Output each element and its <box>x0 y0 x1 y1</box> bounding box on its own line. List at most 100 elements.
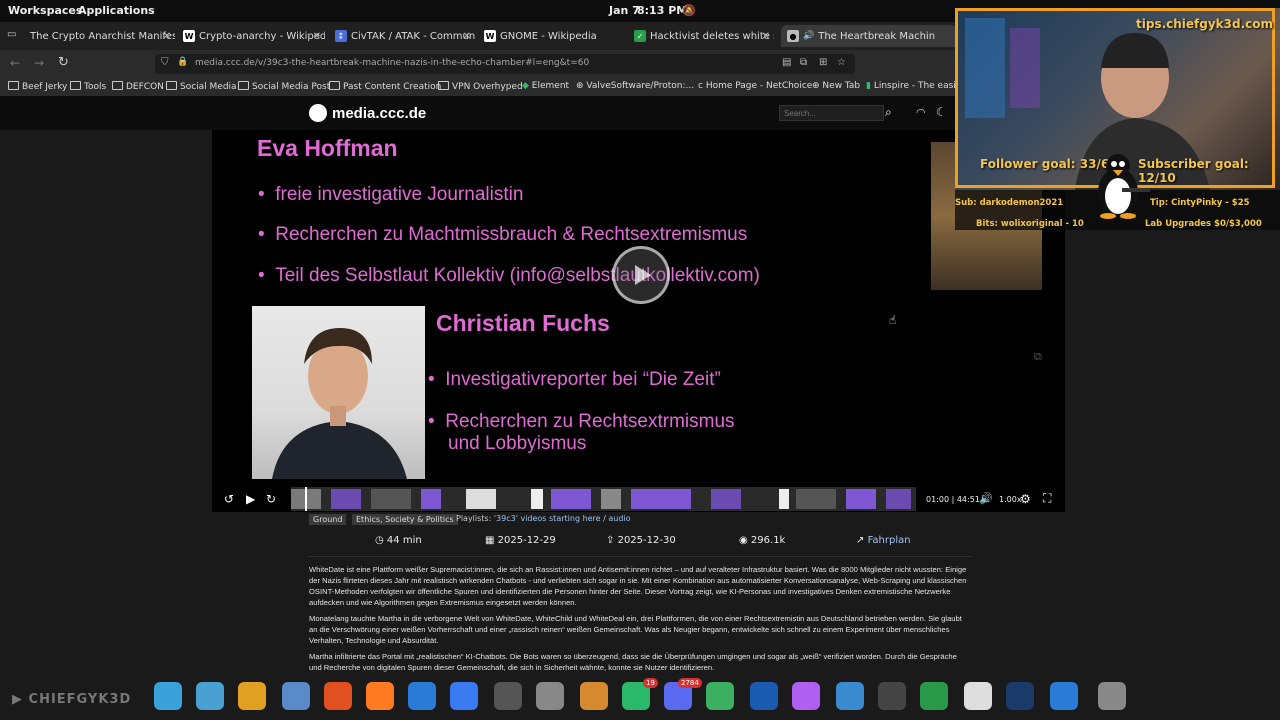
playhead[interactable] <box>304 487 307 511</box>
bookmark-link[interactable]: ⊕ ValveSoftware/Proton:... <box>576 81 694 91</box>
reader-view-icon[interactable]: ▤ <box>782 57 791 68</box>
pip-hint-icon[interactable]: ⧉ <box>1034 350 1042 364</box>
bookmark-folder[interactable]: Beef Jerky <box>8 81 67 92</box>
tab-crypto-anarchy[interactable]: W Crypto-anarchy - Wikipedia ✕ <box>183 25 325 47</box>
tab-civtak[interactable]: ⁑ CivTAK / ATAK - Commun ✕ <box>335 25 475 47</box>
picture-in-picture-icon[interactable]: ⧉ <box>800 57 807 68</box>
tab-crypto-manifesto[interactable]: The Crypto Anarchist Manifesto ✕ <box>30 25 175 47</box>
obsidian-icon[interactable] <box>792 682 820 710</box>
close-icon[interactable]: ✕ <box>163 31 171 42</box>
description-paragraph: Martha infiltrierte das Portal mit „real… <box>309 652 957 672</box>
forward-icon[interactable]: → <box>34 56 44 70</box>
youtube-icon: ▶ <box>12 692 23 707</box>
notifications-muted-icon[interactable]: 🔕 <box>682 4 696 17</box>
rewind-icon[interactable]: ↺ <box>224 492 234 506</box>
rss-icon[interactable]: ◠ <box>916 106 926 119</box>
dark-mode-icon[interactable]: ☾ <box>936 105 947 119</box>
penguin-icon <box>1098 154 1150 219</box>
settings-app-icon[interactable] <box>536 682 564 710</box>
workspaces-menu[interactable]: Workspaces <box>8 4 82 17</box>
bookmark-folder[interactable]: Social Media <box>166 81 237 92</box>
playlist-link[interactable]: '39c3' videos starting here <box>494 514 601 523</box>
audio-playing-icon[interactable]: 🔊 <box>803 31 814 41</box>
chrome-icon[interactable] <box>450 682 478 710</box>
bookmark-folder[interactable]: DEFCON <box>112 81 164 92</box>
clock-date[interactable]: Jan 7 <box>609 4 640 17</box>
folder-icon <box>438 81 449 90</box>
clock-time[interactable]: 8:13 PM <box>637 4 687 17</box>
url-bar[interactable]: ⛉ 🔒 media.ccc.de/v/39c3-the-heartbreak-m… <box>155 54 855 74</box>
slide-bullet-text: freie investigative Journalistin <box>275 184 524 205</box>
volume-icon[interactable]: 🔊 <box>979 492 993 505</box>
bookmark-star-icon[interactable]: ☆ <box>837 57 846 68</box>
audio-app-icon[interactable] <box>836 682 864 710</box>
lock-icon[interactable]: 🔒 <box>177 57 188 67</box>
ccc-logo-icon <box>309 104 327 122</box>
duration-value: 44 min <box>386 535 422 546</box>
close-icon[interactable]: ✕ <box>463 31 471 42</box>
bookmark-label: Home Page - NetChoice <box>705 81 813 91</box>
apps-grid-icon[interactable] <box>238 682 266 710</box>
search-icon[interactable]: ⌕ <box>885 105 892 120</box>
fahrplan-stat[interactable]: ↗ Fahrplan <box>856 535 911 546</box>
folder-app-icon[interactable] <box>196 682 224 710</box>
settings-gear-icon[interactable]: ⚙ <box>1020 492 1031 506</box>
spreadsheet-icon[interactable] <box>920 682 948 710</box>
tab-hacktivist[interactable]: ✓ Hacktivist deletes white sup✕ <box>634 25 774 47</box>
text-editor-icon[interactable] <box>964 682 992 710</box>
extensions-icon[interactable]: ⊞ <box>819 57 827 68</box>
applications-menu[interactable]: Applications <box>78 4 155 17</box>
site-logo[interactable]: media.ccc.de <box>309 104 426 122</box>
bookmark-folder[interactable]: Social Media Post <box>238 81 330 92</box>
password-manager-icon[interactable] <box>706 682 734 710</box>
magnifier-app-icon[interactable] <box>154 682 182 710</box>
notification-badge: 19 <box>643 678 658 688</box>
playback-speed[interactable]: 1.00x <box>999 495 1022 504</box>
description-paragraph: WhiteDate ist eine Plattform weißer Supr… <box>309 565 967 607</box>
audio-link[interactable]: audio <box>608 514 630 523</box>
tab-gnome[interactable]: W GNOME - Wikipedia <box>484 25 624 47</box>
terminal-icon[interactable] <box>494 682 522 710</box>
firefox-icon[interactable] <box>366 682 394 710</box>
bookmark-folder[interactable]: Tools <box>70 81 106 92</box>
back-icon[interactable]: ← <box>10 56 20 70</box>
bookmark-link[interactable]: c Home Page - NetChoice <box>698 81 812 91</box>
reload-icon[interactable]: ↻ <box>58 55 69 70</box>
subscriber-goal: Subscriber goal: 12/10 <box>1138 157 1249 185</box>
views-value: 296.1k <box>750 535 786 546</box>
fahrplan-link[interactable]: Fahrplan <box>868 535 911 546</box>
bookmark-folder[interactable]: Past Content Creation <box>329 81 441 92</box>
bookmark-folder[interactable]: VPN Overhyped <box>438 81 523 92</box>
folder-icon <box>8 81 19 90</box>
vscode-icon[interactable] <box>1050 682 1078 710</box>
brave-browser-icon[interactable] <box>324 682 352 710</box>
archive-icon[interactable] <box>580 682 608 710</box>
bookmark-label: Social Media Post <box>252 82 331 92</box>
steam-icon[interactable] <box>1006 682 1034 710</box>
screenshot-tool-icon[interactable] <box>1098 682 1126 710</box>
tab-label: Crypto-anarchy - Wikipedia <box>199 30 325 42</box>
close-icon[interactable]: ✕ <box>762 31 770 42</box>
play-button-icon[interactable]: ▶ <box>246 492 255 506</box>
thunderbird-icon[interactable] <box>408 682 436 710</box>
close-icon[interactable]: ✕ <box>313 31 321 42</box>
bookmark-link[interactable]: ◆ Element <box>522 81 569 91</box>
vm-app-icon[interactable] <box>878 682 906 710</box>
tag-ground[interactable]: Ground <box>309 514 347 525</box>
files-icon[interactable] <box>282 682 310 710</box>
fullscreen-icon[interactable]: ⛶ <box>1043 491 1051 506</box>
slide-bullet-continued: und Lobbyismus <box>448 433 587 454</box>
tag-ethics[interactable]: Ethics, Society & Politics <box>352 514 458 525</box>
forward-skip-icon[interactable]: ↻ <box>266 492 276 506</box>
bookmark-link[interactable]: ⊕ New Tab <box>812 81 860 91</box>
progress-scrubber[interactable] <box>291 487 916 511</box>
search-input[interactable] <box>779 105 884 121</box>
bookmark-link[interactable]: ▮ Linspire - The easi <box>866 81 956 91</box>
brand-text: CHIEFGYK3D <box>28 692 132 707</box>
tab-heartbreak-machine[interactable]: ● 🔊 The Heartbreak Machin <box>781 25 957 47</box>
shield-icon[interactable]: ⛉ <box>161 57 169 68</box>
play-overlay-icon[interactable] <box>612 246 670 304</box>
folder-icon <box>329 81 340 90</box>
bitwarden-icon[interactable] <box>750 682 778 710</box>
tab-list-icon[interactable]: ▭ <box>7 29 16 40</box>
